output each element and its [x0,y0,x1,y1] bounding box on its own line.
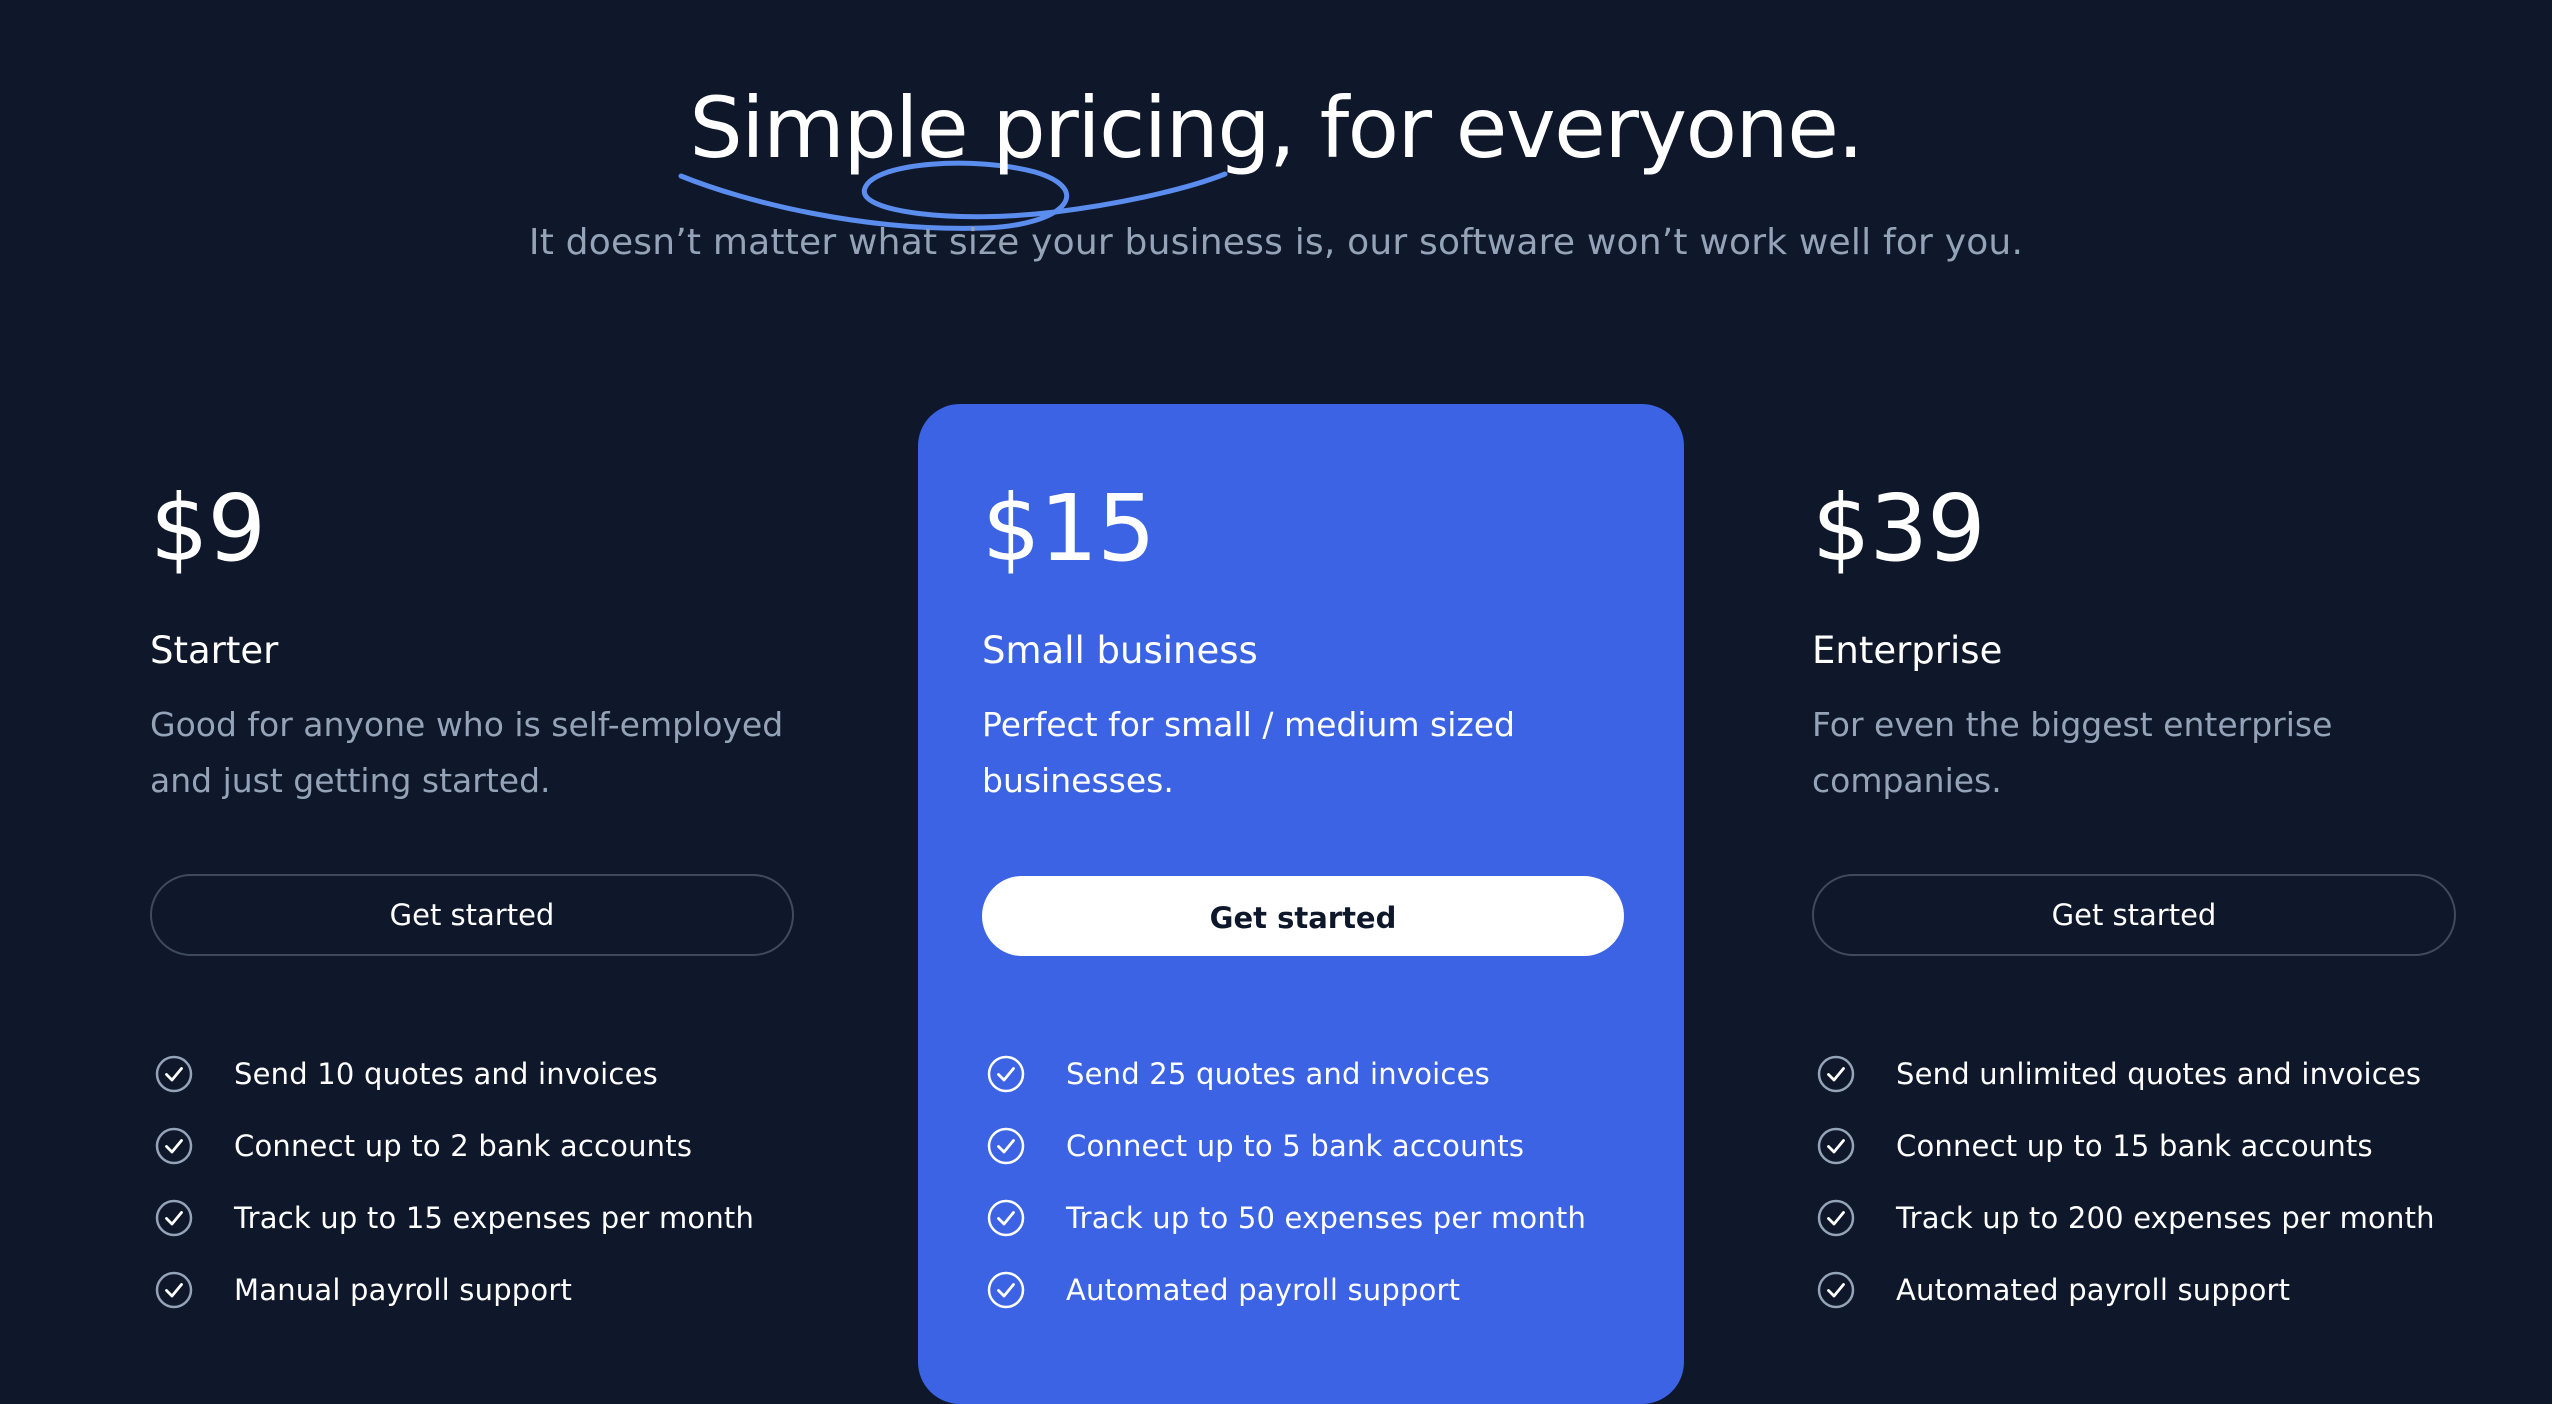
check-circle-icon [155,1055,193,1093]
check-circle-icon [155,1199,193,1237]
get-started-button-starter[interactable]: Get started [150,874,794,956]
feature-item: Connect up to 15 bank accounts [1812,1110,2552,1182]
check-circle-icon [1817,1127,1855,1165]
check-circle-icon [987,1127,1025,1165]
feature-item: Track up to 15 expenses per month [150,1182,890,1254]
check-circle-icon [987,1055,1025,1093]
check-circle-icon [1817,1055,1855,1093]
plan-card-starter: $9 Starter Good for anyone who is self-e… [150,404,916,1404]
feature-item: Manual payroll support [150,1254,890,1326]
plan-name: Enterprise [1812,629,2003,672]
check-circle-icon [1817,1271,1855,1309]
plan-price: $9 [150,475,266,582]
feature-item: Send 25 quotes and invoices [982,1038,1722,1110]
feature-item: Automated payroll support [982,1254,1722,1326]
feature-text: Send unlimited quotes and invoices [1896,1057,2422,1091]
get-started-button-enterprise[interactable]: Get started [1812,874,2456,956]
page-subtitle: It doesn’t matter what size your busines… [528,222,2024,263]
headline-accent-wrap: Simple pricing [678,76,1271,231]
plan-price: $39 [1812,475,1986,582]
plan-price: $15 [982,475,1156,582]
check-circle-icon [987,1199,1025,1237]
check-circle-icon [987,1271,1025,1309]
feature-list: Send 10 quotes and invoices Connect up t… [150,1038,890,1326]
plan-description: For even the biggest enterprise companie… [1812,705,2333,800]
feature-text: Manual payroll support [234,1273,573,1307]
feature-text: Send 25 quotes and invoices [1066,1057,1490,1091]
feature-text: Automated payroll support [1896,1273,2291,1307]
headline-accent-text: Simple pricing [689,79,1270,177]
check-circle-icon [155,1271,193,1309]
feature-list: Send 25 quotes and invoices Connect up t… [982,1038,1722,1326]
plan-name: Starter [150,629,279,672]
feature-item: Send 10 quotes and invoices [150,1038,890,1110]
feature-item: Send unlimited quotes and invoices [1812,1038,2552,1110]
feature-item: Track up to 50 expenses per month [982,1182,1722,1254]
feature-text: Connect up to 5 bank accounts [1066,1129,1525,1163]
feature-item: Connect up to 2 bank accounts [150,1110,890,1182]
feature-text: Connect up to 2 bank accounts [234,1129,693,1163]
feature-item: Automated payroll support [1812,1254,2552,1326]
feature-list: Send unlimited quotes and invoices Conne… [1812,1038,2552,1326]
get-started-button-small-business[interactable]: Get started [982,876,1624,956]
plan-card-enterprise: $39 Enterprise For even the biggest ente… [1812,404,2552,1404]
feature-item: Track up to 200 expenses per month [1812,1182,2552,1254]
feature-text: Track up to 200 expenses per month [1896,1201,2435,1235]
plan-card-small-business: $15 Small business Perfect for small / m… [918,404,1684,1404]
check-circle-icon [1817,1199,1855,1237]
feature-text: Track up to 50 expenses per month [1066,1201,1587,1235]
feature-text: Track up to 15 expenses per month [234,1201,755,1235]
check-circle-icon [155,1127,193,1165]
plan-description: Perfect for small / medium sized busines… [982,705,1515,800]
plan-description: Good for anyone who is self-employed and… [150,705,784,800]
feature-text: Connect up to 15 bank accounts [1896,1129,2373,1163]
page-title: Simple pricing, for everyone. [0,76,2552,231]
feature-item: Connect up to 5 bank accounts [982,1110,1722,1182]
feature-text: Automated payroll support [1066,1273,1461,1307]
feature-text: Send 10 quotes and invoices [234,1057,658,1091]
plan-name: Small business [982,629,1258,672]
headline-rest-text: , for everyone. [1269,79,1864,177]
